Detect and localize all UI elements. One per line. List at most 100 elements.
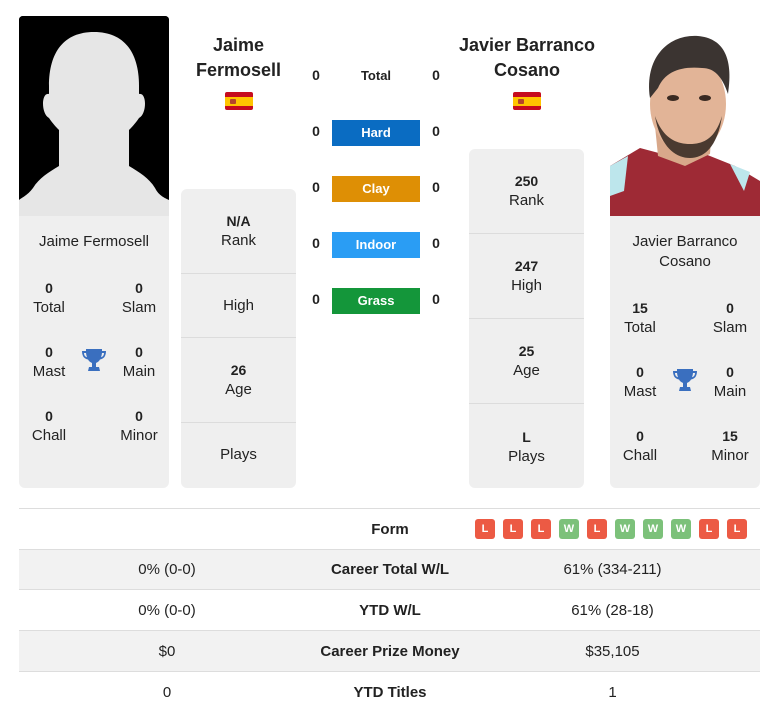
player1-card-name: Jaime Fermosell <box>38 233 150 250</box>
stat-label: Plays <box>508 447 545 465</box>
titles-minor-value: 15 <box>722 428 738 444</box>
h2h-p2-value: 0 <box>432 179 440 195</box>
titles-slam-label: Slam <box>121 299 157 316</box>
player1-value: $0 <box>158 642 176 660</box>
player1-titles-chall: 0 Chall <box>19 406 79 446</box>
titles-slam-label: Slam <box>712 319 748 336</box>
form-win-badge[interactable]: W <box>671 519 691 539</box>
player1-stat-age: 26 Age <box>181 338 296 423</box>
h2h-row-indoor: 0 Indoor 0 <box>300 232 450 258</box>
stat-label: Age <box>513 362 540 379</box>
player2-header-name[interactable]: Javier Barranco Cosano <box>452 33 602 83</box>
player1-header-name[interactable]: Jaime Fermosell <box>176 33 301 83</box>
form-row: Form LLLWLWWWLL <box>19 509 760 549</box>
player1-stats-card: N/A Rank High 26 Age Plays <box>181 189 296 488</box>
table-row: 0 YTD Titles 1 <box>19 672 760 713</box>
surface-indoor-badge[interactable]: Indoor <box>332 232 420 258</box>
form-loss-badge[interactable]: L <box>475 519 495 539</box>
player1-profile-card: Jaime Fermosell 0 Total 0 Slam 0 Mast 0 … <box>19 216 169 488</box>
player2-card-name: Javier Barranco Cosano <box>610 232 760 272</box>
titles-minor-label: Minor <box>120 427 158 444</box>
titles-minor-label: Minor <box>711 447 749 464</box>
row-label: YTD W/L <box>359 601 421 619</box>
player2-titles-total: 15 Total <box>610 298 670 338</box>
player2-name-line2: Cosano <box>493 60 560 80</box>
player1-titles-main: 0 Main <box>109 342 169 382</box>
h2h-p1-value: 0 <box>312 67 320 83</box>
h2h-p1-value: 0 <box>312 123 320 139</box>
player2-value: 61% (334-211) <box>563 561 662 578</box>
player2-stats-card: 250 Rank 247 High 25 Age L Plays <box>469 149 584 488</box>
titles-mast-label: Mast <box>623 383 657 400</box>
titles-total-value: 0 <box>45 280 53 296</box>
player2-stat-age: 25 Age <box>469 319 584 404</box>
player1-titles-minor: 0 Minor <box>109 406 169 446</box>
player2-titles-slam: 0 Slam <box>700 298 760 338</box>
h2h-total-label: Total <box>360 68 392 83</box>
player1-name-line1: Jaime <box>212 35 265 55</box>
form-loss-badge[interactable]: L <box>503 519 523 539</box>
h2h-p1-value: 0 <box>312 291 320 307</box>
stat-value: 247 <box>514 258 539 274</box>
titles-minor-value: 0 <box>135 408 143 424</box>
titles-main-label: Main <box>122 363 156 380</box>
stat-label: High <box>223 296 254 314</box>
player2-titles-chall: 0 Chall <box>610 426 670 466</box>
titles-chall-label: Chall <box>31 427 67 444</box>
player1-value: 0% (0-0) <box>138 601 196 619</box>
stat-label: High <box>511 277 542 294</box>
form-loss-badge[interactable]: L <box>727 519 747 539</box>
titles-chall-label: Chall <box>622 447 658 464</box>
form-loss-badge[interactable]: L <box>699 519 719 539</box>
table-row: 0% (0-0) YTD W/L 61% (28-18) <box>19 590 760 631</box>
player1-stat-rank: N/A Rank <box>181 189 296 274</box>
titles-slam-value: 0 <box>726 300 734 316</box>
player1-value: 0% (0-0) <box>138 561 196 578</box>
h2h-row-total: 0 Total 0 <box>300 64 450 90</box>
player2-value: $35,105 <box>585 642 640 660</box>
stat-value: 26 <box>230 362 247 378</box>
player1-name-line2: Fermosell <box>195 60 282 80</box>
titles-mast-value: 0 <box>636 364 644 380</box>
h2h-p2-value: 0 <box>432 123 440 139</box>
player2-card-name-line2: Cosano <box>659 253 711 270</box>
surface-hard-badge[interactable]: Hard <box>332 120 420 146</box>
player1-stat-plays: Plays <box>181 423 296 487</box>
player2-stat-high: 247 High <box>469 234 584 319</box>
table-row: 0% (0-0) Career Total W/L 61% (334-211) <box>19 549 760 590</box>
player1-photo <box>19 16 169 216</box>
table-row: $0 Career Prize Money $35,105 <box>19 631 760 672</box>
row-label: Career Total W/L <box>330 561 450 578</box>
titles-chall-value: 0 <box>636 428 644 444</box>
titles-chall-value: 0 <box>45 408 53 424</box>
form-loss-badge[interactable]: L <box>587 519 607 539</box>
stat-label: Rank <box>220 232 257 249</box>
player2-value: 1 <box>608 684 617 701</box>
player2-photo <box>610 16 760 216</box>
h2h-p2-value: 0 <box>432 67 440 83</box>
stat-label: Rank <box>508 192 545 209</box>
form-win-badge[interactable]: W <box>559 519 579 539</box>
titles-main-value: 0 <box>726 364 734 380</box>
player2-titles-mast: 0 Mast <box>610 362 670 402</box>
stat-label: Plays <box>220 446 257 463</box>
player2-card-name-line1: Javier Barranco <box>632 233 738 250</box>
form-win-badge[interactable]: W <box>643 519 663 539</box>
row-label: Career Prize Money <box>320 642 460 660</box>
titles-mast-value: 0 <box>45 344 53 360</box>
player2-name-line1: Javier Barranco <box>458 35 596 55</box>
form-loss-badge[interactable]: L <box>531 519 551 539</box>
titles-mast-label: Mast <box>32 363 66 380</box>
form-label: Form <box>371 520 409 538</box>
trophy-icon <box>673 367 697 393</box>
stat-value: 250 <box>514 173 539 189</box>
surface-grass-badge[interactable]: Grass <box>332 288 420 314</box>
h2h-p2-value: 0 <box>432 291 440 307</box>
surface-clay-badge[interactable]: Clay <box>332 176 420 202</box>
titles-total-value: 15 <box>632 300 648 316</box>
form-win-badge[interactable]: W <box>615 519 635 539</box>
stat-label: Age <box>225 381 252 398</box>
player2-value: 61% (28-18) <box>571 601 654 619</box>
spain-flag-icon <box>225 92 253 110</box>
stat-value: N/A <box>226 213 251 229</box>
